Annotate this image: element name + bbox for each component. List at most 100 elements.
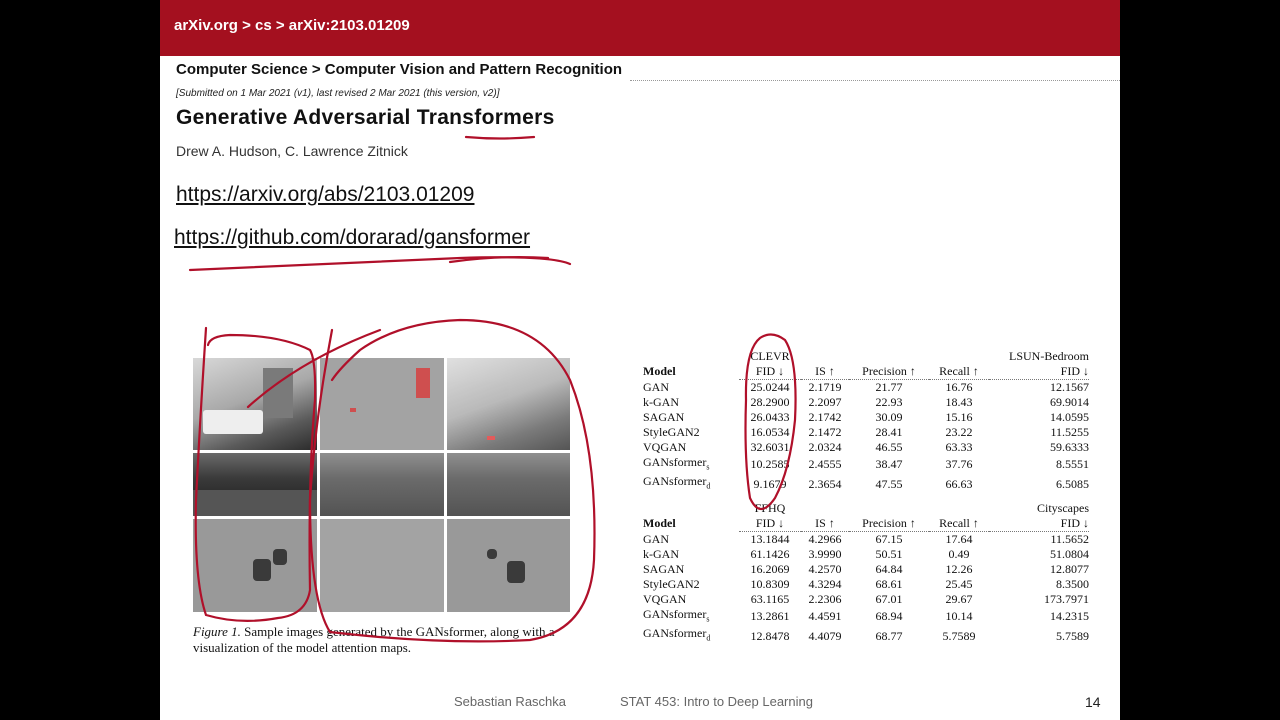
model-name: GANsformerd bbox=[643, 626, 711, 643]
attention-map-clevr-2 bbox=[447, 519, 570, 612]
table-cell: 14.0595 bbox=[1050, 410, 1089, 424]
table-cell: 26.0433 bbox=[750, 410, 790, 424]
figure-caption-text: Sample images generated by the GANsforme… bbox=[193, 624, 555, 655]
table-cell: 8.3500 bbox=[1056, 577, 1089, 591]
table-cell: 5.7589 bbox=[1056, 628, 1089, 643]
column-header: FID ↓ bbox=[989, 516, 1089, 532]
table-row: GANsformerd 9.1679 2.3654 47.55 66.63 6.… bbox=[643, 474, 1089, 493]
table-cell: 2.2097 bbox=[808, 395, 842, 409]
github-underline bbox=[448, 256, 550, 264]
table-cell: 2.1719 bbox=[808, 380, 842, 394]
column-header: Recall ↑ bbox=[929, 516, 989, 532]
model-name: StyleGAN2 bbox=[643, 425, 700, 439]
table-cell: 68.94 bbox=[875, 609, 903, 624]
model-name: GANsformerd bbox=[643, 474, 711, 491]
breadcrumb[interactable]: arXiv.org > cs > arXiv:2103.01209 bbox=[174, 17, 410, 34]
dataset-label-right: Cityscapes bbox=[1037, 501, 1089, 515]
table-cell: 3.9990 bbox=[808, 547, 842, 561]
links-underline bbox=[188, 256, 572, 272]
dataset-label-left: CLEVR bbox=[750, 349, 790, 363]
table-cell: 25.0244 bbox=[750, 380, 790, 394]
model-name: SAGAN bbox=[643, 410, 685, 424]
attention-map-street-1 bbox=[320, 453, 444, 516]
table-row: StyleGAN2 16.0534 2.1472 28.41 23.22 11.… bbox=[643, 425, 1089, 440]
dataset-label-left: FFHQ bbox=[754, 501, 786, 515]
figure-image-grid bbox=[193, 358, 570, 612]
table-cell: 30.09 bbox=[875, 410, 903, 424]
table-cell: 28.41 bbox=[875, 425, 903, 439]
table-cell: 10.8309 bbox=[750, 577, 790, 591]
column-header: IS ↑ bbox=[801, 364, 849, 380]
results-table-clevr-lsun: CLEVR LSUN-Bedroom Model FID ↓ IS ↑ Prec… bbox=[643, 349, 1089, 494]
model-name: GANsformers bbox=[643, 607, 710, 624]
table-cell: 22.93 bbox=[875, 395, 903, 409]
table-cell: 15.16 bbox=[945, 410, 973, 424]
github-link[interactable]: https://github.com/dorarad/gansformer bbox=[174, 226, 530, 250]
table-row: GANsformers 13.2861 4.4591 68.94 10.14 1… bbox=[643, 607, 1089, 626]
attention-map-clevr-1 bbox=[320, 519, 444, 612]
table-cell: 9.1679 bbox=[753, 476, 787, 491]
figure-caption: Figure 1. Sample images generated by the… bbox=[193, 624, 573, 656]
slide: arXiv.org > cs > arXiv:2103.01209 Comput… bbox=[160, 0, 1120, 720]
table-cell: 67.01 bbox=[875, 592, 903, 606]
table-row: SAGAN 16.2069 4.2570 64.84 12.26 12.8077 bbox=[643, 562, 1089, 577]
table-cell: 4.2966 bbox=[808, 532, 842, 546]
submission-info: [Submitted on 1 Mar 2021 (v1), last revi… bbox=[176, 88, 500, 99]
table-cell: 46.55 bbox=[875, 440, 903, 454]
column-header: FID ↓ bbox=[989, 364, 1089, 380]
column-header: Model bbox=[643, 516, 676, 531]
column-header: Model bbox=[643, 364, 676, 379]
table-cell: 0.49 bbox=[948, 547, 970, 561]
table-row: GANsformerd 12.8478 4.4079 68.77 5.7589 … bbox=[643, 626, 1089, 645]
arxiv-link[interactable]: https://arxiv.org/abs/2103.01209 bbox=[176, 183, 474, 207]
table-cell: 16.0534 bbox=[750, 425, 790, 439]
model-name: VQGAN bbox=[643, 592, 687, 606]
table-cell: 11.5652 bbox=[1050, 532, 1089, 546]
table-cell: 68.77 bbox=[875, 628, 903, 643]
table-cell: 28.2900 bbox=[750, 395, 790, 409]
table-cell: 4.4079 bbox=[808, 628, 842, 643]
table-cell: 68.61 bbox=[875, 577, 903, 591]
table-cell: 21.77 bbox=[875, 380, 903, 394]
footer-course: STAT 453: Intro to Deep Learning bbox=[620, 694, 813, 709]
model-name: StyleGAN2 bbox=[643, 577, 700, 591]
column-header: IS ↑ bbox=[801, 516, 849, 532]
table-cell: 4.3294 bbox=[808, 577, 842, 591]
arxiv-header-bar: arXiv.org > cs > arXiv:2103.01209 bbox=[160, 0, 1120, 56]
table-cell: 2.1472 bbox=[808, 425, 842, 439]
attention-map-street-2 bbox=[447, 453, 570, 516]
table-cell: 11.5255 bbox=[1050, 425, 1089, 439]
table-cell: 29.67 bbox=[945, 592, 973, 606]
model-name: k-GAN bbox=[643, 395, 679, 409]
table-cell: 63.1165 bbox=[750, 592, 790, 606]
table-row: VQGAN 63.1165 2.2306 67.01 29.67 173.797… bbox=[643, 592, 1089, 607]
table-cell: 13.1844 bbox=[750, 532, 790, 546]
model-name: k-GAN bbox=[643, 547, 679, 561]
table-cell: 6.5085 bbox=[1056, 476, 1089, 491]
table-cell: 4.2570 bbox=[808, 562, 842, 576]
table-cell: 10.14 bbox=[945, 609, 973, 624]
paper-authors[interactable]: Drew A. Hudson, C. Lawrence Zitnick bbox=[176, 143, 408, 159]
table-row: StyleGAN2 10.8309 4.3294 68.61 25.45 8.3… bbox=[643, 577, 1089, 592]
attention-map-bedroom-1 bbox=[320, 358, 444, 450]
attention-map-bedroom-2 bbox=[447, 358, 570, 450]
column-header: FID ↓ bbox=[739, 364, 801, 380]
table-cell: 5.7589 bbox=[942, 628, 976, 643]
table-cell: 67.15 bbox=[875, 532, 903, 546]
table-row: k-GAN 61.1426 3.9990 50.51 0.49 51.0804 bbox=[643, 547, 1089, 562]
page-number: 14 bbox=[1085, 694, 1101, 710]
table-cell: 16.2069 bbox=[750, 562, 790, 576]
table-cell: 18.43 bbox=[945, 395, 973, 409]
table-cell: 51.0804 bbox=[1050, 547, 1089, 561]
figure-label: Figure 1. bbox=[193, 624, 241, 639]
table-cell: 12.26 bbox=[945, 562, 973, 576]
table-cell: 64.84 bbox=[875, 562, 903, 576]
subject-heading: Computer Science > Computer Vision and P… bbox=[176, 61, 623, 78]
title-underline bbox=[464, 135, 536, 140]
column-header: FID ↓ bbox=[739, 516, 801, 532]
table-cell: 2.2306 bbox=[808, 592, 842, 606]
footer-author: Sebastian Raschka bbox=[454, 694, 567, 709]
table-cell: 12.1567 bbox=[1050, 380, 1089, 394]
table-cell: 25.45 bbox=[945, 577, 973, 591]
column-header: Precision ↑ bbox=[849, 516, 929, 532]
